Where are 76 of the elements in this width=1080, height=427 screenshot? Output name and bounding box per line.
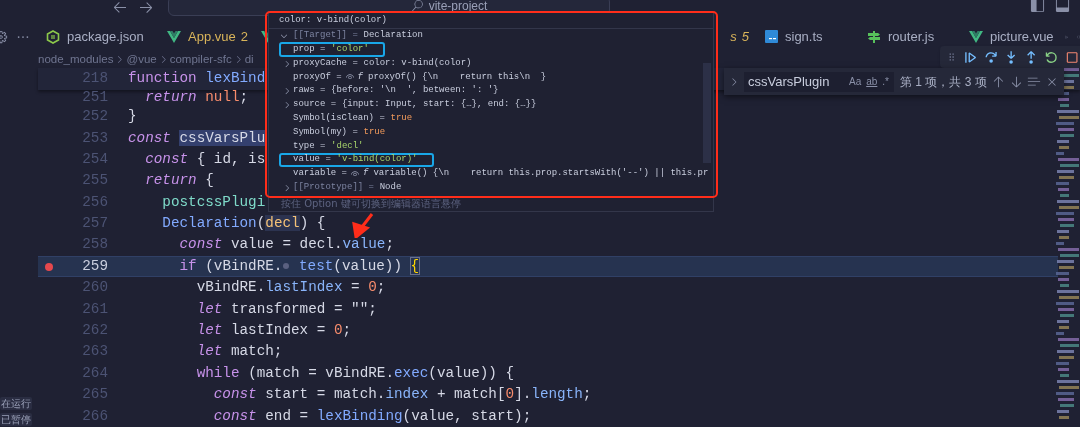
session-status[interactable]: 已暂停 bbox=[0, 413, 32, 426]
line-number: 256 bbox=[81, 192, 108, 212]
variable-name: prop = bbox=[293, 42, 326, 56]
code-line: postcssPlugi bbox=[161, 192, 266, 212]
code-line: while (match = vBindRE.exec(value)) { bbox=[195, 363, 515, 383]
variable-value: 'v-bind(color)' bbox=[336, 153, 418, 167]
function-preview: f proxyOf() {\n return this\n } bbox=[357, 70, 547, 84]
variable-name: Symbol(my) = bbox=[293, 125, 358, 139]
breadcrumb-item[interactable]: node_modules bbox=[38, 51, 114, 69]
line-number: 264 bbox=[81, 363, 108, 383]
code-line: if (vBindRE. test(value)) { bbox=[178, 256, 420, 276]
variable-value: 'decl' bbox=[331, 139, 364, 153]
code-line: let lastIndex = 0; bbox=[195, 321, 352, 341]
variable-name: proxyCache = bbox=[293, 56, 358, 70]
variable-name: variable = bbox=[293, 167, 347, 181]
code-line: const end = lexBinding(value, start); bbox=[212, 406, 532, 426]
editor-tab[interactable]: sign.ts bbox=[757, 25, 859, 48]
variable-value: true bbox=[390, 111, 413, 125]
variable-name: [[Prototype]] = bbox=[293, 180, 374, 194]
hover-hint: 按住 Option 键可切换到编辑器语言悬停 bbox=[281, 197, 461, 211]
code-line: const cssVarsPlu bbox=[128, 128, 266, 148]
line-number: 218 bbox=[81, 69, 108, 89]
line-number: 265 bbox=[81, 385, 108, 405]
variable-name: type = bbox=[293, 139, 326, 153]
variable-value: {input: Input, start: {…}, end: {…}} bbox=[341, 98, 537, 112]
variable-value: color: v-bind(color) bbox=[363, 56, 472, 70]
code-line: const value = decl.value; bbox=[178, 235, 394, 255]
variable-name: source = bbox=[293, 98, 337, 112]
editor-tab[interactable]: package.json bbox=[38, 25, 159, 48]
code-line: let match; bbox=[195, 342, 283, 362]
variable-value: 'color' bbox=[331, 42, 369, 56]
line-number: 254 bbox=[81, 149, 108, 169]
variable-name: value = bbox=[293, 153, 331, 167]
breadcrumb-item[interactable]: compiler-sfc bbox=[169, 51, 232, 69]
find-option-toggle[interactable]: Aa bbox=[847, 74, 863, 89]
code-line: const start = match.index + match[0].length; bbox=[212, 385, 592, 405]
breadcrumb-item[interactable]: @vue bbox=[126, 51, 157, 69]
line-number: 262 bbox=[81, 321, 108, 341]
match-count: 第 1 项，共 3 项 bbox=[900, 73, 987, 91]
find-input[interactable]: cssVarsPlugin Aa ab .* bbox=[744, 71, 894, 92]
variable-value: true bbox=[363, 125, 386, 139]
line-number: 253 bbox=[81, 128, 108, 148]
line-number: 258 bbox=[81, 235, 108, 255]
code-line: } bbox=[128, 107, 137, 127]
line-number: 251 bbox=[81, 88, 108, 108]
line-number: 252 bbox=[81, 107, 108, 127]
code-line: vBindRE.lastIndex = 0; bbox=[195, 278, 386, 298]
line-number: 261 bbox=[81, 299, 108, 319]
find-option-toggle[interactable]: ab bbox=[865, 74, 879, 89]
code-line: return null; bbox=[144, 88, 249, 108]
code-line: function lexBind bbox=[128, 69, 266, 89]
line-number: 266 bbox=[81, 406, 108, 426]
editor-tab[interactable]: router.js bbox=[859, 25, 961, 48]
line-number: 255 bbox=[81, 171, 108, 191]
editor-tab[interactable]: picture.vue bbox=[961, 25, 1063, 48]
breadcrumb-item[interactable]: di bbox=[244, 51, 254, 69]
session-status[interactable]: 在运行 bbox=[0, 397, 32, 410]
code-line: const { id, is bbox=[144, 149, 266, 169]
line-number: 263 bbox=[81, 342, 108, 362]
variable-value: Node bbox=[379, 180, 402, 194]
code-line: return { bbox=[144, 171, 214, 191]
line-number: 257 bbox=[81, 214, 108, 234]
code-line: let transformed = ""; bbox=[195, 299, 377, 319]
variable-name: Symbol(isClean) = bbox=[293, 111, 385, 125]
code-line: Declaration(decl) { bbox=[161, 214, 326, 234]
variable-value: Declaration bbox=[363, 29, 423, 43]
editor-tab[interactable]: App.vue 2 bbox=[159, 25, 261, 48]
variable-name: [[Target]] = bbox=[293, 29, 358, 43]
project-name: vite-project bbox=[428, 0, 488, 15]
variable-value: {before: '\n ', between: ': '} bbox=[331, 84, 499, 98]
find-option-toggle[interactable]: .* bbox=[881, 74, 890, 89]
line-number: 260 bbox=[81, 278, 108, 298]
variable-name: raws = bbox=[293, 84, 326, 98]
function-preview: f variable() {\n return this.prop.startsWith('--') || this.pr bbox=[363, 167, 709, 181]
variable-name: proxyOf = bbox=[293, 70, 342, 84]
line-number: 259 bbox=[81, 256, 108, 276]
